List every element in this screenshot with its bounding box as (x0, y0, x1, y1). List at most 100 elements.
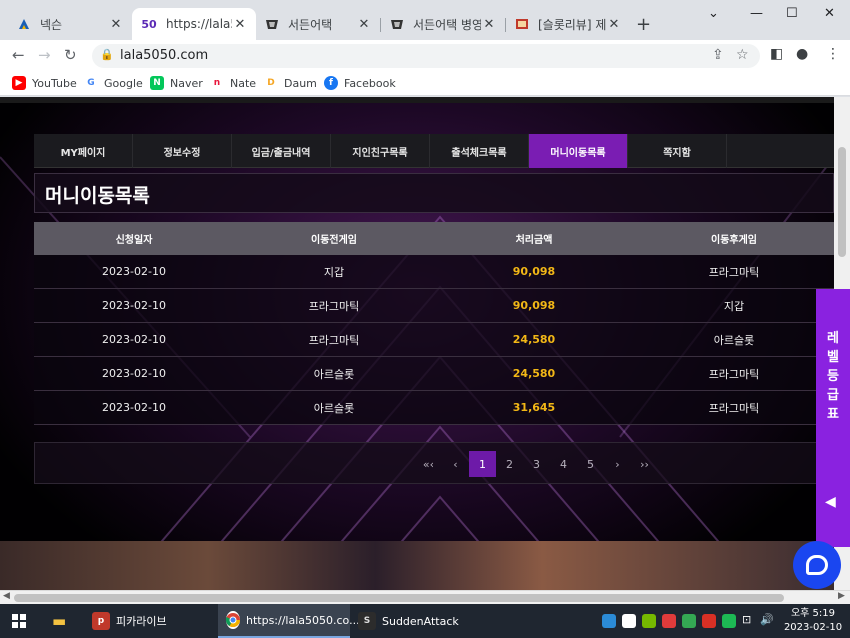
window-close-icon[interactable]: ✕ (824, 6, 835, 21)
level-grade-panel[interactable]: 레벨등급표 ◀ (816, 289, 850, 547)
cell-to-game: 프라그마틱 (708, 265, 760, 279)
tab-sudden-barracks[interactable]: 서든어택 병영수 ✕ (381, 8, 505, 40)
tray-record-icon[interactable] (662, 614, 676, 628)
minimize-icon[interactable]: — (750, 6, 763, 21)
menu-tab-edit-info[interactable]: 정보수정 (133, 134, 232, 168)
bookmark-google[interactable]: G Google (84, 76, 143, 90)
reload-icon[interactable]: ↻ (64, 46, 77, 64)
nate-icon: n (210, 76, 224, 90)
chevron-down-icon[interactable]: ⌄ (708, 6, 719, 21)
cell-to-game: 프라그마틱 (708, 401, 760, 415)
first-page-button[interactable]: «‹ (415, 451, 442, 477)
horizontal-scroll-thumb[interactable] (14, 594, 784, 602)
tab-lala5050[interactable]: 50 https://lala5050 ✕ (132, 8, 256, 40)
page-button-2[interactable]: 2 (496, 451, 523, 477)
cell-to-game: 지갑 (723, 299, 745, 313)
taskbar-clock[interactable]: 오후 5:19 2023-02-10 (782, 607, 844, 635)
menu-tab-friends[interactable]: 지인친구목록 (331, 134, 430, 168)
cell-from-game: 아르슬롯 (313, 401, 355, 415)
money-transfer-table: 신청일자 이동전게임 처리금액 이동후게임 2023-02-10 지갑 90,0… (34, 222, 834, 425)
pica-icon: p (92, 612, 110, 630)
tray-logitech-icon[interactable] (622, 614, 636, 628)
level-grade-char: 레 (827, 331, 839, 346)
tab-label: 넥슨 (40, 17, 63, 32)
bookmark-nate[interactable]: n Nate (210, 76, 256, 90)
windows-start-icon[interactable] (12, 614, 26, 628)
cell-date: 2023-02-10 (102, 401, 166, 414)
share-icon[interactable]: ⇪ (712, 47, 724, 63)
bookmark-label: Google (104, 76, 143, 90)
close-icon[interactable]: ✕ (108, 17, 124, 32)
profile-avatar-icon[interactable]: ● (796, 46, 808, 62)
page-button-4[interactable]: 4 (550, 451, 577, 477)
scroll-right-icon[interactable]: ▶ (838, 591, 845, 601)
menu-tab-messages[interactable]: 쪽지함 (628, 134, 727, 168)
column-header-date: 신청일자 (115, 235, 153, 246)
arrow-left-icon[interactable]: ◀ (825, 494, 836, 510)
tray-vaccine-icon[interactable] (702, 614, 716, 628)
tab-label: https://lala5050 (166, 17, 232, 31)
taskbar-item-sudden-attack[interactable]: S SuddenAttack (352, 604, 482, 638)
bookmark-youtube[interactable]: ▶ YouTube (12, 76, 77, 90)
tab-slot-review[interactable]: [슬롯리뷰] 제빙 ✕ (506, 8, 630, 40)
menu-tab-money-transfer[interactable]: 머니이동목록 (529, 134, 628, 168)
taskbar-item-picalive[interactable]: p 피카라이브 (86, 604, 216, 638)
address-bar[interactable]: 🔒 lala5050.com ⇪ ☆ (92, 44, 760, 68)
network-icon[interactable]: ⊡ (742, 613, 751, 626)
tab-sudden-attack[interactable]: 서든어택 ✕ (256, 8, 380, 40)
page-button-1[interactable]: 1 (469, 451, 496, 477)
horizontal-scrollbar[interactable]: ◀ ▶ (0, 590, 850, 604)
tray-kakao-icon[interactable] (722, 614, 736, 628)
tab-label: 서든어택 병영수 (413, 17, 481, 32)
pagination: «‹ ‹ 1 2 3 4 5 › ›› (415, 451, 658, 477)
scroll-left-icon[interactable]: ◀ (3, 591, 10, 601)
close-icon[interactable]: ✕ (481, 17, 497, 32)
forward-icon[interactable]: → (38, 46, 51, 64)
close-icon[interactable]: ✕ (232, 17, 248, 32)
menu-tab-mypage[interactable]: MY페이지 (34, 134, 133, 168)
prev-page-button[interactable]: ‹ (442, 451, 469, 477)
tray-app-icon[interactable] (602, 614, 616, 628)
page-button-3[interactable]: 3 (523, 451, 550, 477)
vertical-scroll-thumb[interactable] (838, 147, 846, 257)
header-strip (0, 97, 834, 103)
level-grade-char: 표 (827, 407, 839, 422)
new-tab-button[interactable]: + (636, 14, 651, 35)
live-chat-button[interactable] (793, 541, 841, 589)
cell-amount: 31,645 (512, 401, 556, 414)
sudden-icon: S (358, 612, 376, 630)
close-icon[interactable]: ✕ (606, 17, 622, 32)
level-grade-char: 등 (827, 369, 839, 384)
column-header-from-game: 이동전게임 (311, 235, 357, 246)
last-page-button[interactable]: ›› (631, 451, 658, 477)
menu-tab-deposit-withdraw[interactable]: 입금/출금내역 (232, 134, 331, 168)
bookmark-label: Facebook (344, 76, 396, 90)
bookmark-label: Daum (284, 76, 317, 90)
naver-icon: N (150, 76, 164, 90)
chat-bubble-icon (806, 555, 828, 575)
maximize-icon[interactable]: ☐ (786, 6, 798, 21)
page-button-5[interactable]: 5 (577, 451, 604, 477)
folder-icon[interactable]: ▬ (52, 612, 66, 630)
bookmark-facebook[interactable]: f Facebook (324, 76, 396, 90)
back-icon[interactable]: ← (12, 46, 25, 64)
side-panel-icon[interactable]: ◧ (770, 46, 783, 62)
tab-nexon[interactable]: 넥슨 ✕ (8, 8, 132, 40)
taskbar-item-chrome[interactable]: https://lala5050.co... (218, 604, 360, 638)
tab-label: [슬롯리뷰] 제빙 (538, 17, 606, 32)
tray-nvidia-icon[interactable] (642, 614, 656, 628)
menu-tab-attendance[interactable]: 출석체크목록 (430, 134, 529, 168)
bookmark-daum[interactable]: D Daum (264, 76, 317, 90)
tray-g-icon[interactable] (682, 614, 696, 628)
volume-icon[interactable]: 🔊 (760, 613, 774, 626)
column-header-to-game: 이동후게임 (711, 235, 757, 246)
close-icon[interactable]: ✕ (356, 17, 372, 32)
next-page-button[interactable]: › (604, 451, 631, 477)
cell-date: 2023-02-10 (102, 333, 166, 346)
facebook-icon: f (324, 76, 338, 90)
star-icon[interactable]: ☆ (736, 47, 749, 63)
menu-dots-icon[interactable]: ⋮ (826, 46, 840, 62)
clock-time: 오후 5:19 (790, 608, 836, 619)
bookmark-naver[interactable]: N Naver (150, 76, 203, 90)
daum-icon: D (264, 76, 278, 90)
